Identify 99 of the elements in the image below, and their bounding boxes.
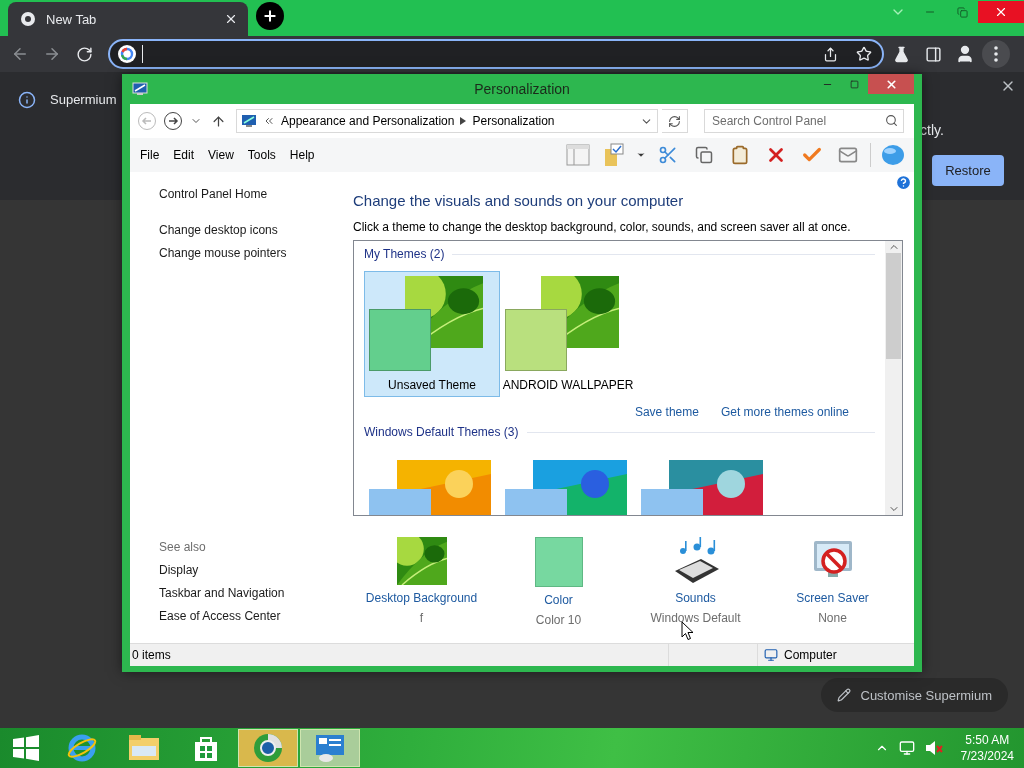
close-icon [994, 5, 1008, 19]
caret-icon[interactable] [636, 150, 646, 160]
arrow-right-circle-icon [163, 111, 183, 131]
setting-link[interactable]: Screen Saver [796, 591, 869, 605]
taskbar-app[interactable] [238, 729, 298, 767]
globe-ball-icon [252, 732, 284, 764]
menu-button[interactable] [982, 40, 1010, 68]
envelope-icon [838, 145, 858, 165]
shopping-bag-icon [193, 734, 219, 762]
sphere-icon [881, 144, 905, 166]
menu-item[interactable]: File [133, 146, 167, 164]
triangle-right-icon [460, 117, 467, 125]
restore-button[interactable]: Restore [932, 155, 1004, 186]
theme-tile[interactable]: ANDROID WALLPAPER [500, 271, 636, 397]
menu-item[interactable]: Tools [240, 146, 283, 164]
see-also-heading: See also [159, 539, 207, 556]
folder-check-icon [603, 143, 625, 167]
browser-tab[interactable]: New Tab [8, 2, 248, 36]
arrow-right-icon [43, 45, 61, 63]
monitor-icon [241, 114, 257, 128]
setting-link[interactable]: Desktop Background [365, 591, 478, 605]
scrollbar[interactable] [885, 241, 902, 515]
maximize-icon [850, 79, 859, 89]
close-icon[interactable] [224, 12, 238, 26]
monitor-panel-icon [314, 733, 346, 763]
group-heading: Windows Default Themes (3) [364, 425, 519, 439]
page-heading: Change the visuals and sounds on your computer [353, 191, 685, 211]
sidebar-link[interactable]: Change mouse pointers [159, 245, 353, 262]
clipboard-icon [730, 145, 750, 165]
refresh-icon [668, 114, 681, 128]
page-description: Click a theme to change the desktop background, color, sounds, and screen saver all at once. [353, 219, 852, 235]
group-heading: My Themes (2) [364, 247, 445, 261]
reload-icon [75, 45, 93, 63]
arrow-left-circle-icon [137, 111, 157, 131]
sphere-button[interactable] [879, 142, 907, 168]
clock-date: 7/23/2024 [960, 748, 1014, 764]
sidebar-link[interactable]: Ease of Access Center [159, 608, 353, 625]
close-icon [884, 77, 898, 91]
theme-link[interactable]: Get more themes online [720, 405, 849, 419]
status-text: 0 items [131, 648, 172, 662]
folder-icon [128, 734, 160, 762]
theme-name: Unsaved Theme [388, 378, 476, 392]
sidebar-link[interactable]: Change desktop icons [159, 222, 353, 239]
letter-e-globe-icon [67, 733, 97, 763]
windows-icon [13, 735, 39, 761]
status-location: Computer [784, 648, 837, 662]
search-field[interactable]: Search Control Panel [704, 109, 904, 133]
setting-value: f [419, 611, 424, 625]
chevrons-left-icon [263, 115, 275, 127]
theme-name: ANDROID WALLPAPER [502, 378, 634, 392]
computer-icon [764, 648, 778, 662]
close-button[interactable] [868, 74, 914, 94]
forward-button[interactable] [162, 110, 184, 132]
info-icon [18, 91, 36, 109]
flask-icon [892, 45, 910, 63]
menu-icon [994, 46, 998, 62]
scissors-icon [658, 145, 678, 165]
person-icon [955, 44, 975, 64]
color-swatch[interactable] [534, 537, 583, 587]
new-tab-button[interactable] [256, 2, 284, 30]
setting-link[interactable]: Sounds [675, 591, 716, 605]
star-icon[interactable] [856, 46, 872, 62]
search-icon[interactable] [885, 114, 898, 127]
monitor-icon [132, 82, 148, 96]
sidebar-link[interactable]: Taskbar and Navigation [159, 585, 353, 602]
browser-logo-icon [20, 11, 36, 27]
menu-item[interactable]: Help [282, 146, 322, 164]
side-panel-icon [924, 45, 942, 63]
menu-item[interactable]: Edit [166, 146, 202, 164]
network-icon[interactable] [898, 740, 915, 756]
share-icon[interactable] [823, 46, 838, 62]
speaker-muted-icon[interactable] [924, 740, 943, 756]
theme-tile[interactable]: Unsaved Theme [364, 271, 500, 397]
setting-link[interactable]: Color [544, 593, 573, 607]
window-title: Personalization [474, 81, 570, 97]
tab-title: New Tab [46, 11, 98, 27]
taskbar-app[interactable] [300, 729, 360, 767]
copy-icon [695, 146, 713, 164]
setting-value: Windows Default [650, 611, 741, 625]
info-title: Supermium [50, 91, 117, 109]
pencil-icon [836, 688, 851, 702]
sidebar-link[interactable]: Display [159, 562, 353, 579]
address-bar[interactable] [108, 39, 884, 69]
logo-icon [118, 45, 136, 63]
breadcrumb-item[interactable]: Personalization [472, 114, 555, 128]
mouse-pointer-icon [681, 621, 694, 641]
setting-value: Color 10 [535, 613, 582, 627]
refresh-button[interactable] [662, 109, 688, 133]
address-field[interactable]: Appearance and Personalization Personalization [236, 109, 658, 133]
menu-item[interactable]: View [201, 146, 241, 164]
restore-icon [956, 6, 968, 18]
theme-link[interactable]: Save theme [634, 405, 699, 419]
sidebar-link[interactable]: Control Panel Home [159, 186, 353, 203]
help-icon[interactable] [895, 174, 912, 191]
customise-button[interactable]: Customise Supermium [820, 678, 1008, 712]
clock-time: 5:50 AM [965, 732, 1010, 748]
breadcrumb-item[interactable]: Appearance and Personalization [281, 114, 455, 128]
setting-value: None [818, 611, 847, 625]
layout-pane-icon [566, 144, 590, 166]
